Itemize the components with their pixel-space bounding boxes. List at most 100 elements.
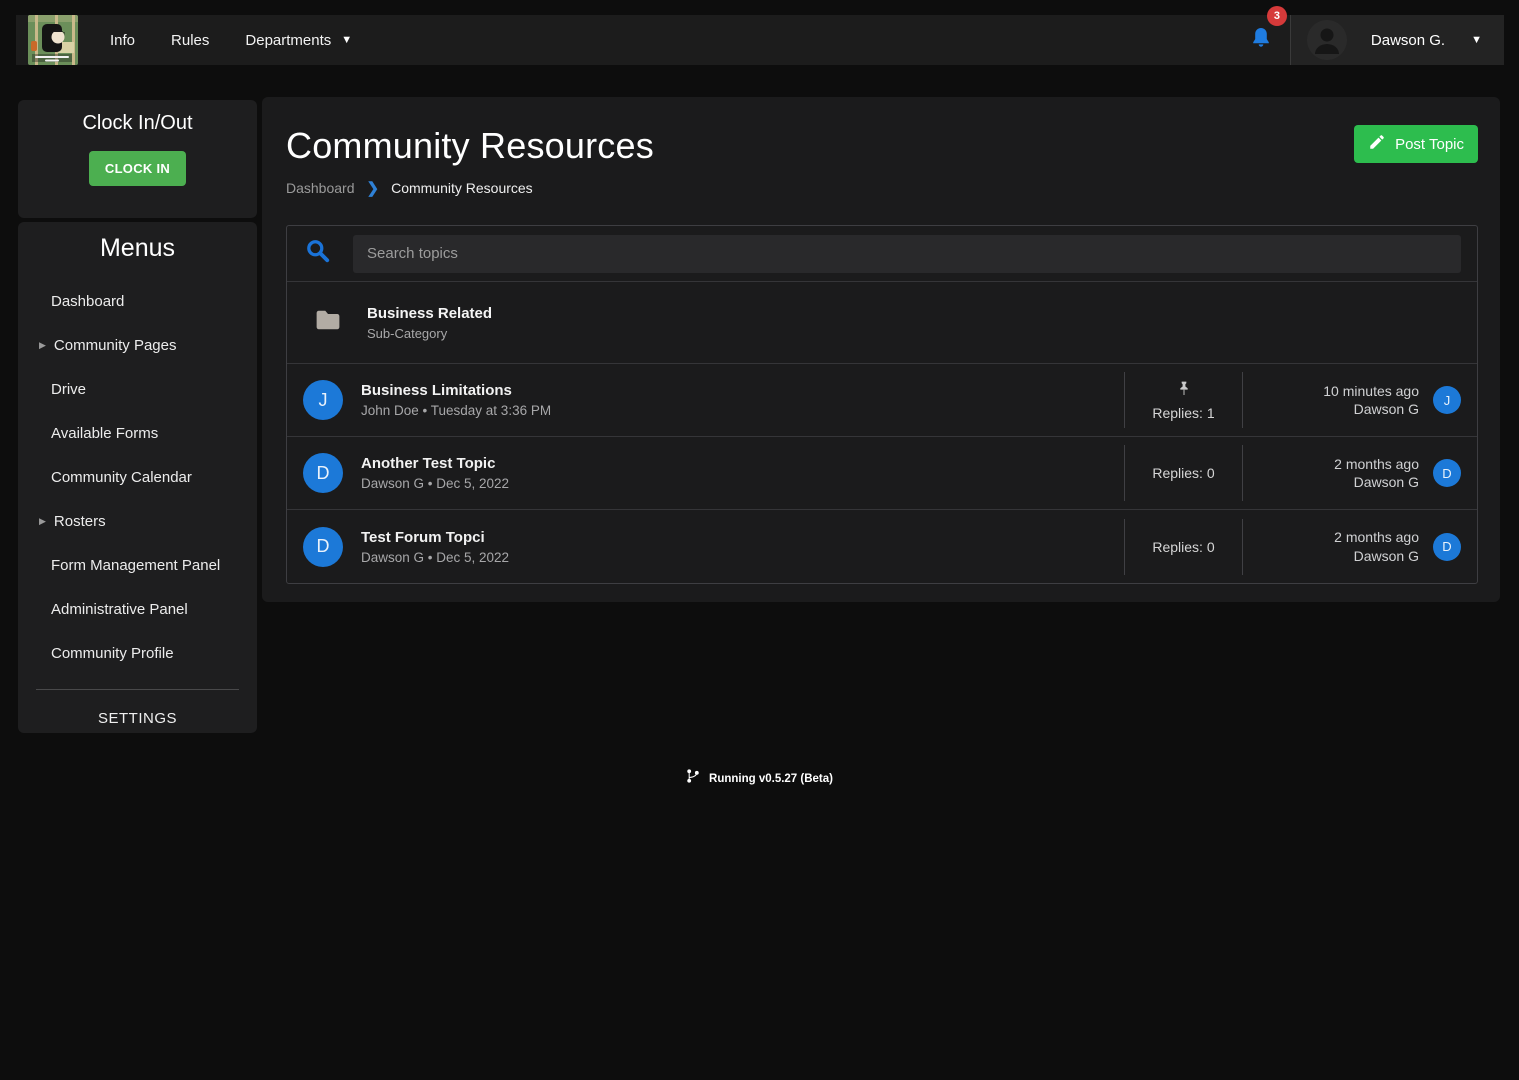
last-post-time: 2 months ago <box>1243 455 1419 473</box>
last-post-time: 2 months ago <box>1243 528 1419 546</box>
last-post-author: Dawson G <box>1243 473 1419 491</box>
sidebar-item-settings[interactable]: SETTINGS <box>18 710 257 727</box>
page-title: Community Resources <box>286 125 1478 167</box>
topic-title[interactable]: Another Test Topic <box>361 455 1124 472</box>
expand-arrow-icon: ▶ <box>39 340 46 351</box>
chevron-down-icon: ▼ <box>341 35 352 46</box>
last-post-cell: 10 minutes agoDawson G <box>1243 382 1419 419</box>
clock-card-title: Clock In/Out <box>18 112 257 135</box>
nav-link-rules[interactable]: Rules <box>157 24 223 57</box>
breadcrumb-current: Community Resources <box>391 180 533 196</box>
topic-row-business-limitations[interactable]: J Business Limitations John Doe • Tuesday … <box>287 364 1477 437</box>
sidebar-item-label: Dashboard <box>51 293 124 310</box>
replies-count: Replies: 0 <box>1152 539 1214 555</box>
post-topic-button[interactable]: Post Topic <box>1354 125 1478 163</box>
chevron-down-icon: ▼ <box>1471 35 1482 46</box>
topic-meta: John Doe • Tuesday at 3:36 PM <box>361 403 1124 418</box>
clock-in-button[interactable]: CLOCK IN <box>89 151 186 186</box>
breadcrumb: Dashboard ❯ Community Resources <box>286 179 1478 197</box>
top-navbar: Info Rules Departments ▼ 3 Dawson G. ▼ <box>16 15 1504 65</box>
category-subtitle: Sub-Category <box>367 326 492 341</box>
git-branch-icon <box>686 768 700 789</box>
topic-meta: Dawson G • Dec 5, 2022 <box>361 550 1124 565</box>
search-row <box>287 226 1477 282</box>
topic-text: Business Limitations John Doe • Tuesday a… <box>361 382 1124 418</box>
sidebar-item-label: Available Forms <box>51 425 158 442</box>
bell-icon <box>1249 26 1273 55</box>
notifications-button[interactable]: 3 <box>1232 15 1290 65</box>
topic-text: Another Test Topic Dawson G • Dec 5, 2022 <box>361 455 1124 491</box>
user-menu[interactable]: Dawson G. ▼ <box>1291 15 1504 65</box>
nav-right: 3 Dawson G. ▼ <box>1232 15 1504 65</box>
topic-replies-cell: Replies: 1 <box>1124 372 1243 428</box>
user-name: Dawson G. <box>1371 32 1445 49</box>
nav-link-label: Info <box>110 32 135 49</box>
topic-meta: Dawson G • Dec 5, 2022 <box>361 476 1124 491</box>
topic-replies-cell: Replies: 0 <box>1124 519 1243 575</box>
nav-link-label: Departments <box>245 32 331 49</box>
main-panel: Community Resources Dashboard ❯ Communit… <box>262 97 1500 602</box>
sidebar-item-form-management-panel[interactable]: Form Management Panel <box>18 543 257 587</box>
topic-row-test-forum-topci[interactable]: D Test Forum Topci Dawson G • Dec 5, 2022 R… <box>287 510 1477 583</box>
sidebar-item-label: Rosters <box>54 513 106 530</box>
sidebar-item-label: Community Pages <box>54 337 177 354</box>
chevron-right-icon: ❯ <box>367 179 380 197</box>
topic-author-avatar: D <box>303 453 343 493</box>
logo-image[interactable] <box>28 15 78 65</box>
sidebar-menu: Dashboard ▶ Community Pages Drive Available … <box>18 279 257 675</box>
last-post-author: Dawson G <box>1243 400 1419 418</box>
topic-title[interactable]: Test Forum Topci <box>361 529 1124 546</box>
sidebar-item-label: Drive <box>51 381 86 398</box>
sidebar-item-dashboard[interactable]: Dashboard <box>18 279 257 323</box>
category-title: Business Related <box>367 305 492 322</box>
nav-link-info[interactable]: Info <box>96 24 149 57</box>
nav-links: Info Rules Departments ▼ <box>96 24 366 57</box>
last-post-cell: 2 months agoDawson G <box>1243 528 1419 565</box>
category-row-business-related[interactable]: Business Related Sub-Category <box>287 282 1477 364</box>
nav-link-label: Rules <box>171 32 209 49</box>
menus-card: Menus Dashboard ▶ Community Pages Drive Avai… <box>18 222 257 733</box>
user-avatar <box>1307 20 1347 60</box>
sidebar-item-rosters[interactable]: ▶ Rosters <box>18 499 257 543</box>
last-poster-avatar: J <box>1433 386 1461 414</box>
notification-badge: 3 <box>1267 6 1287 26</box>
topics-panel: Business Related Sub-Category J Business … <box>286 225 1478 584</box>
breadcrumb-dashboard[interactable]: Dashboard <box>286 180 355 196</box>
sidebar-item-administrative-panel[interactable]: Administrative Panel <box>18 587 257 631</box>
topic-row-another-test-topic[interactable]: D Another Test Topic Dawson G • Dec 5, 202… <box>287 437 1477 510</box>
topic-text: Test Forum Topci Dawson G • Dec 5, 2022 <box>361 529 1124 565</box>
folder-icon <box>315 308 341 337</box>
topic-replies-cell: Replies: 0 <box>1124 445 1243 501</box>
topic-title[interactable]: Business Limitations <box>361 382 1124 399</box>
menus-card-title: Menus <box>18 234 257 263</box>
expand-arrow-icon: ▶ <box>39 516 46 527</box>
sidebar-item-label: Form Management Panel <box>51 557 220 574</box>
menu-divider <box>36 689 239 690</box>
topic-list: J Business Limitations John Doe • Tuesday … <box>287 364 1477 583</box>
last-poster-avatar: D <box>1433 533 1461 561</box>
sidebar-item-community-pages[interactable]: ▶ Community Pages <box>18 323 257 367</box>
version-text: Running v0.5.27 (Beta) <box>709 773 833 785</box>
sidebar-item-drive[interactable]: Drive <box>18 367 257 411</box>
replies-count: Replies: 0 <box>1152 465 1214 481</box>
topic-author-avatar: D <box>303 527 343 567</box>
search-input[interactable] <box>353 235 1461 273</box>
footer: Running v0.5.27 (Beta) <box>0 768 1519 789</box>
clock-card: Clock In/Out CLOCK IN <box>18 100 257 218</box>
sidebar-item-community-calendar[interactable]: Community Calendar <box>18 455 257 499</box>
last-post-time: 10 minutes ago <box>1243 382 1419 400</box>
topic-author-avatar: J <box>303 380 343 420</box>
sidebar-item-available-forms[interactable]: Available Forms <box>18 411 257 455</box>
nav-link-departments[interactable]: Departments ▼ <box>231 24 366 57</box>
post-topic-label: Post Topic <box>1395 136 1464 153</box>
search-icon <box>305 238 331 269</box>
pencil-icon <box>1368 133 1386 155</box>
sidebar-item-community-profile[interactable]: Community Profile <box>18 631 257 675</box>
last-post-author: Dawson G <box>1243 547 1419 565</box>
pin-icon <box>1176 380 1192 403</box>
last-post-cell: 2 months agoDawson G <box>1243 455 1419 492</box>
sidebar-item-label: Administrative Panel <box>51 601 188 618</box>
sidebar-item-label: Community Calendar <box>51 469 192 486</box>
last-poster-avatar: D <box>1433 459 1461 487</box>
replies-count: Replies: 1 <box>1152 405 1214 421</box>
